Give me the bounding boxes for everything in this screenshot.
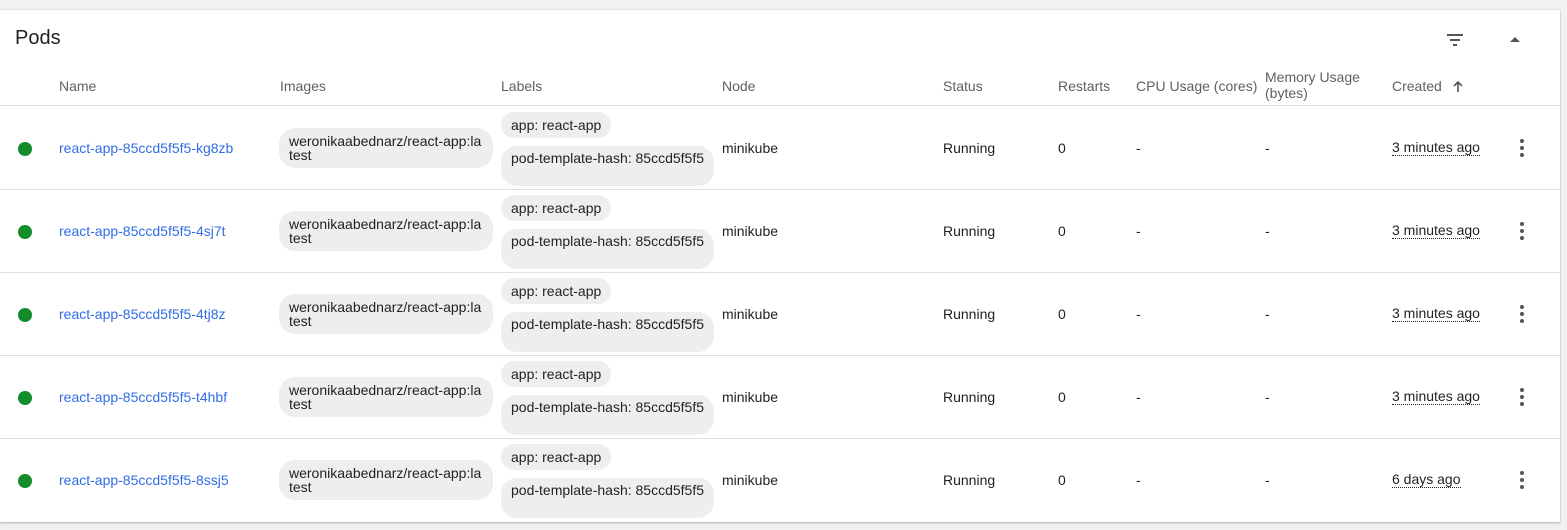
- status-value: Running: [943, 389, 996, 405]
- column-header-status[interactable]: Status: [943, 78, 983, 94]
- memory-value: -: [1265, 389, 1270, 405]
- restarts-value: 0: [1058, 223, 1066, 239]
- restarts-value: 0: [1058, 472, 1066, 488]
- restarts-value: 0: [1058, 389, 1066, 405]
- status-value: Running: [943, 306, 996, 322]
- column-header-images: Images: [280, 78, 326, 94]
- cpu-value: -: [1136, 389, 1141, 405]
- status-running-icon: [18, 225, 32, 239]
- cpu-value: -: [1136, 223, 1141, 239]
- memory-value: -: [1265, 472, 1270, 488]
- pod-name-link[interactable]: react-app-85ccd5f5f5-4sj7t: [59, 223, 226, 239]
- created-value: 6 days ago: [1392, 471, 1461, 488]
- more-vert-icon[interactable]: [1510, 385, 1534, 409]
- image-chip: weronikaabednarz/react-app:latest: [279, 377, 493, 417]
- label-chip-hash: pod-template-hash: 85ccd5f5f5: [501, 229, 714, 269]
- more-vert-icon[interactable]: [1510, 136, 1534, 160]
- column-header-created[interactable]: Created: [1392, 78, 1464, 96]
- pods-card: Pods Name Images Labels Node Status Rest…: [0, 10, 1560, 522]
- column-header-name[interactable]: Name: [59, 78, 96, 94]
- column-header-labels: Labels: [501, 78, 543, 94]
- pod-name-link[interactable]: react-app-85ccd5f5f5-kg8zb: [59, 140, 233, 156]
- table-header: Name Images Labels Node Status Restarts …: [0, 66, 1560, 106]
- filter-icon[interactable]: [1443, 28, 1467, 52]
- more-vert-icon[interactable]: [1510, 468, 1534, 492]
- node-value: minikube: [722, 306, 779, 322]
- status-running-icon: [18, 308, 32, 322]
- status-running-icon: [18, 142, 32, 156]
- node-value: minikube: [722, 140, 779, 156]
- label-chip-hash: pod-template-hash: 85ccd5f5f5: [501, 478, 714, 518]
- image-chip: weronikaabednarz/react-app:latest: [279, 294, 493, 334]
- created-value: 3 minutes ago: [1392, 305, 1480, 322]
- image-chip: weronikaabednarz/react-app:latest: [279, 128, 493, 168]
- label-chip-app: app: react-app: [501, 195, 612, 221]
- pod-name-link[interactable]: react-app-85ccd5f5f5-8ssj5: [59, 472, 229, 488]
- label-chip-app: app: react-app: [501, 444, 612, 470]
- pod-name-link[interactable]: react-app-85ccd5f5f5-t4hbf: [59, 389, 227, 405]
- column-header-created-label: Created: [1392, 78, 1442, 94]
- node-value: minikube: [722, 223, 779, 239]
- column-header-memory-line2: (bytes): [1265, 85, 1308, 101]
- created-value: 3 minutes ago: [1392, 388, 1480, 405]
- sort-arrow-up-icon: [1452, 80, 1464, 96]
- table-row: react-app-85ccd5f5f5-4sj7t weronikaabedn…: [0, 190, 1560, 273]
- created-value: 3 minutes ago: [1392, 139, 1480, 156]
- column-header-restarts[interactable]: Restarts: [1058, 78, 1110, 94]
- table-row: react-app-85ccd5f5f5-kg8zb weronikaabedn…: [0, 107, 1560, 190]
- label-chip-hash: pod-template-hash: 85ccd5f5f5: [501, 146, 714, 186]
- status-value: Running: [943, 223, 996, 239]
- label-chip-app: app: react-app: [501, 112, 612, 138]
- cpu-value: -: [1136, 140, 1141, 156]
- image-chip: weronikaabednarz/react-app:latest: [279, 211, 493, 251]
- more-vert-icon[interactable]: [1510, 302, 1534, 326]
- memory-value: -: [1265, 306, 1270, 322]
- restarts-value: 0: [1058, 306, 1066, 322]
- card-title: Pods: [15, 27, 61, 49]
- cpu-value: -: [1136, 306, 1141, 322]
- memory-value: -: [1265, 223, 1270, 239]
- label-chip-app: app: react-app: [501, 361, 612, 387]
- cpu-value: -: [1136, 472, 1141, 488]
- status-running-icon: [18, 474, 32, 488]
- node-value: minikube: [722, 472, 779, 488]
- column-header-cpu: CPU Usage (cores): [1136, 78, 1258, 94]
- status-value: Running: [943, 472, 996, 488]
- column-header-memory-line1: Memory Usage: [1265, 69, 1360, 85]
- pod-name-link[interactable]: react-app-85ccd5f5f5-4tj8z: [59, 306, 226, 322]
- label-chip-hash: pod-template-hash: 85ccd5f5f5: [501, 395, 714, 435]
- image-chip: weronikaabednarz/react-app:latest: [279, 460, 493, 500]
- label-chip-hash: pod-template-hash: 85ccd5f5f5: [501, 312, 714, 352]
- table-row: react-app-85ccd5f5f5-t4hbf weronikaabedn…: [0, 356, 1560, 439]
- created-value: 3 minutes ago: [1392, 222, 1480, 239]
- label-chip-app: app: react-app: [501, 278, 612, 304]
- column-header-memory: Memory Usage (bytes): [1265, 69, 1360, 101]
- table-row: react-app-85ccd5f5f5-8ssj5 weronikaabedn…: [0, 439, 1560, 522]
- restarts-value: 0: [1058, 140, 1066, 156]
- status-running-icon: [18, 391, 32, 405]
- pods-table-body: react-app-85ccd5f5f5-kg8zb weronikaabedn…: [0, 107, 1560, 522]
- memory-value: -: [1265, 140, 1270, 156]
- status-value: Running: [943, 140, 996, 156]
- node-value: minikube: [722, 389, 779, 405]
- collapse-arrow-up-icon[interactable]: [1503, 28, 1527, 52]
- column-header-node[interactable]: Node: [722, 78, 755, 94]
- more-vert-icon[interactable]: [1510, 219, 1534, 243]
- table-row: react-app-85ccd5f5f5-4tj8z weronikaabedn…: [0, 273, 1560, 356]
